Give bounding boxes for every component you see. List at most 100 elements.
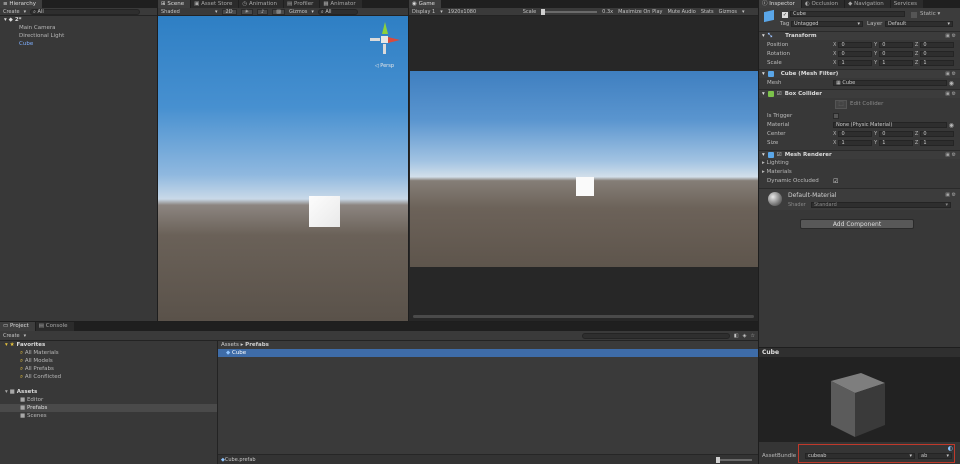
favorite-all-models[interactable]: ⌕ All Models xyxy=(0,357,217,365)
tab-scene[interactable]: ⊞ Scene xyxy=(158,0,191,8)
asset-item-cube[interactable]: ◆ Cube xyxy=(218,349,758,357)
preview-viewport[interactable] xyxy=(759,357,960,441)
lighting-toggle-icon[interactable]: ☀ xyxy=(240,8,254,15)
scale-z-field[interactable]: 1 xyxy=(920,60,954,66)
rotation-z-field[interactable]: 0 xyxy=(920,51,954,57)
enabled-checkbox[interactable]: ☑ xyxy=(777,152,782,158)
center-x-field[interactable]: 0 xyxy=(838,131,873,137)
mute-audio-toggle[interactable]: Mute Audio xyxy=(668,9,696,15)
tab-asset-store[interactable]: ▣ Asset Store xyxy=(191,0,239,8)
mesh-renderer-header[interactable]: ▾ ☑ Mesh Renderer ▣ ⚙ xyxy=(759,150,960,159)
preview-toggle-icon[interactable]: ◐ xyxy=(948,445,953,452)
folder-prefabs[interactable]: ■ Prefabs xyxy=(0,404,217,412)
object-name-field[interactable]: Cube xyxy=(790,11,905,17)
game-scrollbar[interactable] xyxy=(413,315,754,318)
favorite-star-icon[interactable]: ☆ xyxy=(751,333,755,339)
rotation-x-field[interactable]: 0 xyxy=(838,51,873,57)
assets-header[interactable]: ▾ ■ Assets xyxy=(0,388,217,396)
settings-gear-icon[interactable]: ▣ ⚙ xyxy=(945,152,956,158)
tab-animator[interactable]: ▦ Animator xyxy=(320,0,362,8)
tab-project[interactable]: ▭ Project xyxy=(0,322,35,331)
scene-cube[interactable] xyxy=(309,196,340,227)
tab-hierarchy[interactable]: ≡ Hierarchy xyxy=(0,0,42,8)
mesh-filter-header[interactable]: ▾ Cube (Mesh Filter) ▣ ⚙ xyxy=(759,69,960,78)
tab-inspector[interactable]: ⓘ Inspector xyxy=(759,0,801,8)
materials-foldout[interactable]: ▸ Materials xyxy=(762,168,792,176)
rotation-y-field[interactable]: 0 xyxy=(879,51,913,57)
scale-x-field[interactable]: 1 xyxy=(838,60,873,66)
filter-type-icon[interactable]: ◧ xyxy=(734,333,739,339)
box-collider-header[interactable]: ▾ ☑ Box Collider ▣ ⚙ xyxy=(759,89,960,98)
static-checkbox[interactable] xyxy=(911,12,917,18)
tab-game[interactable]: ◉ Game xyxy=(409,0,441,8)
shader-dropdown[interactable]: Standard ▾ xyxy=(811,202,951,208)
tab-animation[interactable]: ◷ Animation xyxy=(239,0,284,8)
icon-size-slider[interactable] xyxy=(716,456,752,463)
gizmo-minus-y-icon[interactable] xyxy=(383,44,386,54)
hierarchy-item-main-camera[interactable]: Main Camera xyxy=(0,24,157,32)
scale-y-field[interactable]: 1 xyxy=(879,60,913,66)
icon-size-slider-thumb[interactable] xyxy=(716,456,720,463)
gizmo-center-cube-icon[interactable] xyxy=(381,36,388,43)
tab-profiler[interactable]: ▤ Profiler xyxy=(284,0,320,8)
gizmos-dropdown[interactable]: Gizmos xyxy=(289,9,307,15)
center-y-field[interactable]: 0 xyxy=(879,131,913,137)
layer-dropdown[interactable]: Default ▾ xyxy=(885,21,953,27)
filter-label-icon[interactable]: ◈ xyxy=(743,333,747,339)
scale-slider-thumb[interactable] xyxy=(541,8,546,15)
hierarchy-search-input[interactable]: ⌕ All xyxy=(30,8,141,15)
asset-bundle-variant-dropdown[interactable]: ab ▾ xyxy=(918,453,952,459)
mesh-object-field[interactable]: ▦ Cube xyxy=(833,80,947,86)
tab-occlusion[interactable]: ◐ Occlusion xyxy=(801,0,845,8)
game-cube[interactable] xyxy=(576,177,594,196)
position-y-field[interactable]: 0 xyxy=(879,42,913,48)
shading-dropdown[interactable]: Shaded xyxy=(161,9,211,15)
center-z-field[interactable]: 0 xyxy=(920,131,954,137)
active-checkbox[interactable]: ✓ xyxy=(782,12,788,18)
maximize-on-play-toggle[interactable]: Maximize On Play xyxy=(618,9,662,15)
tab-services[interactable]: Services xyxy=(890,0,923,8)
2d-toggle[interactable]: 2D xyxy=(221,8,237,15)
preview-header[interactable]: Cube xyxy=(759,347,960,357)
stats-toggle[interactable]: Stats xyxy=(701,9,714,15)
tag-dropdown[interactable]: Untagged ▾ xyxy=(791,21,863,27)
create-dropdown[interactable]: Create xyxy=(3,9,20,15)
display-dropdown[interactable]: Display 1 xyxy=(412,9,435,15)
size-x-field[interactable]: 1 xyxy=(838,140,873,146)
asset-bundle-name-dropdown[interactable]: cubeab ▾ xyxy=(805,453,915,459)
scene-search-input[interactable]: ⌕ All xyxy=(317,8,358,15)
folder-editor[interactable]: ■ Editor xyxy=(0,396,217,404)
settings-gear-icon[interactable]: ▣ ⚙ xyxy=(945,71,956,77)
favorite-all-materials[interactable]: ⌕ All Materials xyxy=(0,349,217,357)
physic-material-field[interactable]: None (Physic Material) xyxy=(833,122,947,128)
create-dropdown[interactable]: Create xyxy=(3,333,20,339)
resolution-dropdown[interactable]: 1920x1080 xyxy=(448,9,518,15)
settings-gear-icon[interactable]: ▣ ⚙ xyxy=(945,91,956,97)
tab-navigation[interactable]: ◆ Navigation xyxy=(845,0,890,8)
favorite-all-conflicted[interactable]: ⌕ All Conflicted xyxy=(0,373,217,381)
favorite-all-prefabs[interactable]: ⌕ All Prefabs xyxy=(0,365,217,373)
static-dropdown[interactable]: Static ▾ xyxy=(920,11,940,17)
transform-header[interactable]: ▾ ⤡ Transform ▣ ⚙ xyxy=(759,31,960,40)
game-viewport[interactable] xyxy=(410,71,758,267)
object-picker-icon[interactable]: ◉ xyxy=(949,80,954,87)
hierarchy-item-cube[interactable]: Cube xyxy=(0,40,157,48)
project-search-input[interactable] xyxy=(581,332,730,339)
persp-label[interactable]: ◁ Persp xyxy=(375,63,394,69)
audio-toggle-icon[interactable]: ♪ xyxy=(257,8,269,15)
settings-gear-icon[interactable]: ▣ ⚙ xyxy=(945,192,956,198)
size-y-field[interactable]: 1 xyxy=(879,140,913,146)
is-trigger-checkbox[interactable] xyxy=(833,113,839,119)
object-picker-icon[interactable]: ◉ xyxy=(949,122,954,129)
effects-toggle-icon[interactable]: ▨ xyxy=(272,8,285,15)
breadcrumb-prefabs[interactable]: Prefabs xyxy=(245,342,269,348)
tab-console[interactable]: ▤ Console xyxy=(35,322,74,331)
position-z-field[interactable]: 0 xyxy=(920,42,954,48)
scene-root[interactable]: ▾ ◆ 2* xyxy=(0,16,157,24)
favorites-header[interactable]: ▾ ★ Favorites xyxy=(0,341,217,349)
gizmos-dropdown[interactable]: Gizmos xyxy=(719,9,737,15)
size-z-field[interactable]: 1 xyxy=(920,140,954,146)
edit-collider-button[interactable]: ⬚ Edit Collider xyxy=(835,99,890,109)
scale-slider[interactable] xyxy=(541,8,598,15)
settings-gear-icon[interactable]: ▣ ⚙ xyxy=(945,33,956,39)
